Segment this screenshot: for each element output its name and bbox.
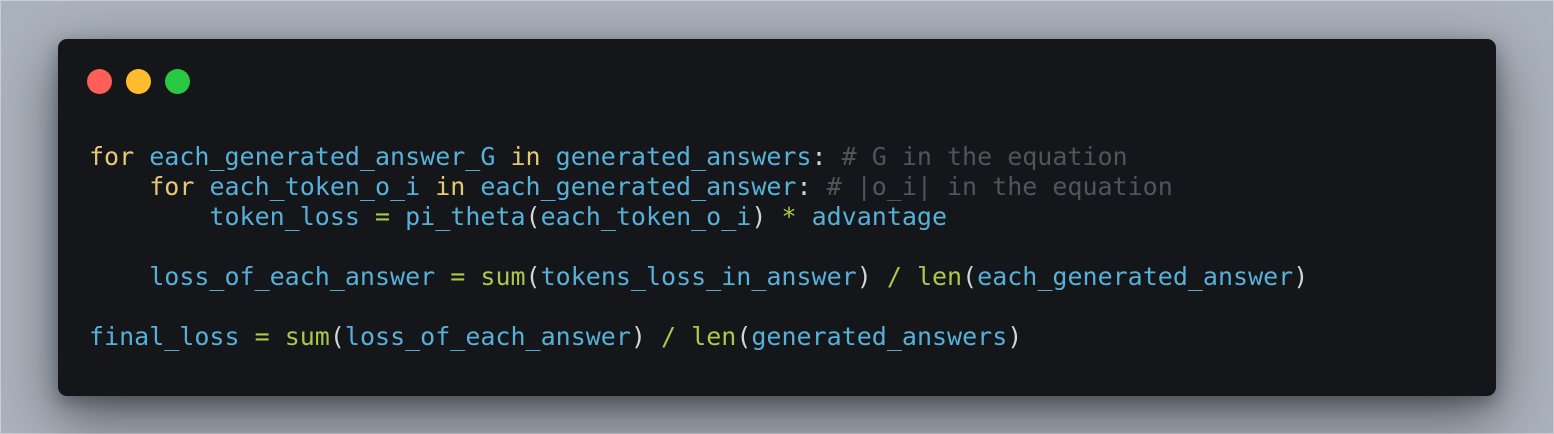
code-token-punctuation — [89, 172, 149, 201]
code-token-builtin: len — [691, 322, 737, 351]
code-token-punctuation — [420, 172, 435, 201]
code-token-operator: = — [254, 322, 270, 351]
code-token-comment: # G in the equation — [826, 142, 1128, 171]
code-token-punctuation — [89, 202, 209, 231]
code-token-identifier: loss_of_each_answer — [344, 322, 631, 351]
code-token-punctuation: ) — [1007, 322, 1023, 351]
code-token-comment: # |o_i| in the equation — [811, 172, 1173, 201]
code-token-punctuation — [390, 202, 405, 231]
code-line: final_loss = sum(loss_of_each_answer) / … — [89, 322, 1308, 352]
code-token-punctuation — [435, 262, 450, 291]
code-token-punctuation — [872, 262, 887, 291]
code-token-punctuation: : — [796, 172, 812, 201]
code-line: loss_of_each_answer = sum(tokens_loss_in… — [89, 262, 1308, 292]
code-token-punctuation: ( — [329, 322, 345, 351]
code-token-identifier: loss_of_each_answer — [149, 262, 436, 291]
code-token-punctuation — [465, 172, 480, 201]
code-token-punctuation: ) — [630, 322, 646, 351]
code-token-punctuation — [194, 172, 209, 201]
code-token-identifier: each_generated_answer — [977, 262, 1294, 291]
code-token-punctuation — [360, 202, 375, 231]
code-token-punctuation: ( — [962, 262, 978, 291]
code-token-punctuation — [89, 262, 149, 291]
code-token-punctuation: ) — [1293, 262, 1309, 291]
code-token-keyword: in — [510, 142, 541, 171]
code-block: for each_generated_answer_G in generated… — [89, 142, 1308, 352]
code-token-builtin: len — [916, 262, 963, 291]
code-token-punctuation — [766, 202, 781, 231]
code-token-identifier: pi_theta — [405, 202, 526, 231]
code-token-keyword: in — [435, 172, 466, 201]
code-token-punctuation — [134, 142, 149, 171]
code-token-identifier: generated_answers — [555, 142, 812, 171]
code-token-punctuation — [797, 202, 812, 231]
code-token-identifier: advantage — [811, 202, 948, 231]
code-token-builtin: sum — [284, 322, 330, 351]
code-token-punctuation — [465, 262, 480, 291]
code-token-builtin: sum — [480, 262, 526, 291]
code-token-punctuation: ( — [736, 322, 752, 351]
code-token-punctuation: ) — [751, 202, 767, 231]
minimize-button[interactable] — [126, 69, 151, 94]
code-token-punctuation — [270, 322, 285, 351]
code-token-identifier: each_generated_answer_G — [149, 142, 496, 171]
code-line: token_loss = pi_theta(each_token_o_i) * … — [89, 202, 1308, 232]
code-token-identifier: each_token_o_i — [540, 202, 752, 231]
code-token-operator: / — [661, 322, 677, 351]
code-token-punctuation: : — [811, 142, 827, 171]
code-token-punctuation — [646, 322, 661, 351]
code-token-punctuation: ( — [525, 262, 541, 291]
code-token-punctuation: ( — [525, 202, 541, 231]
code-token-identifier: each_token_o_i — [209, 172, 421, 201]
code-token-identifier: each_generated_answer — [480, 172, 797, 201]
code-line: for each_generated_answer_G in generated… — [89, 142, 1308, 172]
code-token-punctuation — [541, 142, 556, 171]
code-token-identifier: token_loss — [209, 202, 360, 231]
code-line: for each_token_o_i in each_generated_ans… — [89, 172, 1308, 202]
code-token-keyword: for — [149, 172, 195, 201]
code-token-keyword: for — [89, 142, 135, 171]
code-window: for each_generated_answer_G in generated… — [58, 39, 1496, 396]
code-token-operator: = — [450, 262, 466, 291]
code-token-operator: * — [781, 202, 797, 231]
close-button[interactable] — [87, 69, 112, 94]
code-token-identifier: generated_answers — [751, 322, 1008, 351]
zoom-button[interactable] — [165, 69, 190, 94]
code-token-punctuation — [902, 262, 917, 291]
code-token-operator: / — [886, 262, 902, 291]
code-token-punctuation — [676, 322, 691, 351]
code-token-identifier: tokens_loss_in_answer — [540, 262, 857, 291]
code-token-punctuation — [240, 322, 255, 351]
window-controls — [87, 69, 190, 94]
code-token-identifier: final_loss — [89, 322, 240, 351]
code-token-punctuation: ) — [856, 262, 872, 291]
code-token-operator: = — [375, 202, 391, 231]
code-token-punctuation — [495, 142, 510, 171]
